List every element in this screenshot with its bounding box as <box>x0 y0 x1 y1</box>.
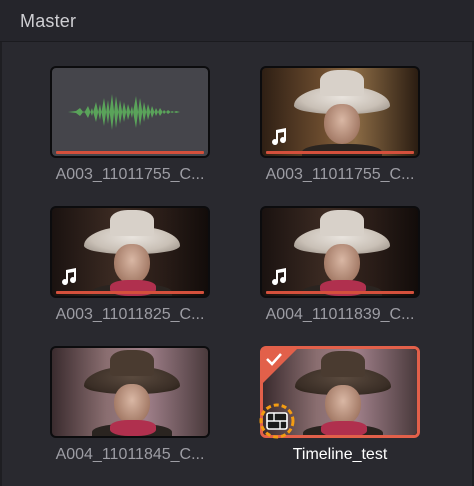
clip-thumbnail[interactable] <box>50 206 210 298</box>
music-note-icon <box>62 268 77 286</box>
clip-item-video[interactable]: A003_11011755_C... <box>260 66 420 184</box>
checkmark-icon <box>266 353 282 366</box>
clip-thumbnail[interactable] <box>260 206 420 298</box>
clip-item-video[interactable]: A004_11011845_C... <box>50 346 210 464</box>
clip-item-video[interactable]: A003_11011825_C... <box>50 206 210 324</box>
clip-thumbnail[interactable] <box>50 346 210 438</box>
clip-name: A003_11011825_C... <box>55 306 205 323</box>
music-note-icon <box>272 128 287 146</box>
bin-header: Master <box>0 0 474 42</box>
clip-name: A003_11011755_C... <box>55 166 205 183</box>
clip-name: A003_11011755_C... <box>265 166 415 183</box>
clip-name: Timeline_test <box>292 446 388 463</box>
timeline-icon <box>259 403 295 439</box>
usage-bar <box>56 291 204 294</box>
clip-thumbnail[interactable] <box>259 346 420 439</box>
clip-name: A004_11011839_C... <box>265 306 415 323</box>
clip-name: A004_11011845_C... <box>55 446 205 463</box>
usage-bar <box>56 151 204 154</box>
clip-item-timeline[interactable]: Timeline_test <box>259 346 420 464</box>
media-pool-panel: Master A003_11011755_C... A003_11011755_… <box>0 0 474 486</box>
video-frame <box>52 348 208 436</box>
clip-item-audio[interactable]: A003_11011755_C... <box>50 66 210 184</box>
clip-item-video[interactable]: A004_11011839_C... <box>260 206 420 324</box>
waveform-icon <box>68 94 192 130</box>
bin-title: Master <box>20 11 77 31</box>
clip-grid: A003_11011755_C... A003_11011755_C... A0… <box>0 42 474 486</box>
music-note-icon <box>272 268 287 286</box>
usage-bar <box>266 151 414 154</box>
usage-bar <box>266 291 414 294</box>
clip-thumbnail[interactable] <box>50 66 210 158</box>
clip-thumbnail[interactable] <box>260 66 420 158</box>
